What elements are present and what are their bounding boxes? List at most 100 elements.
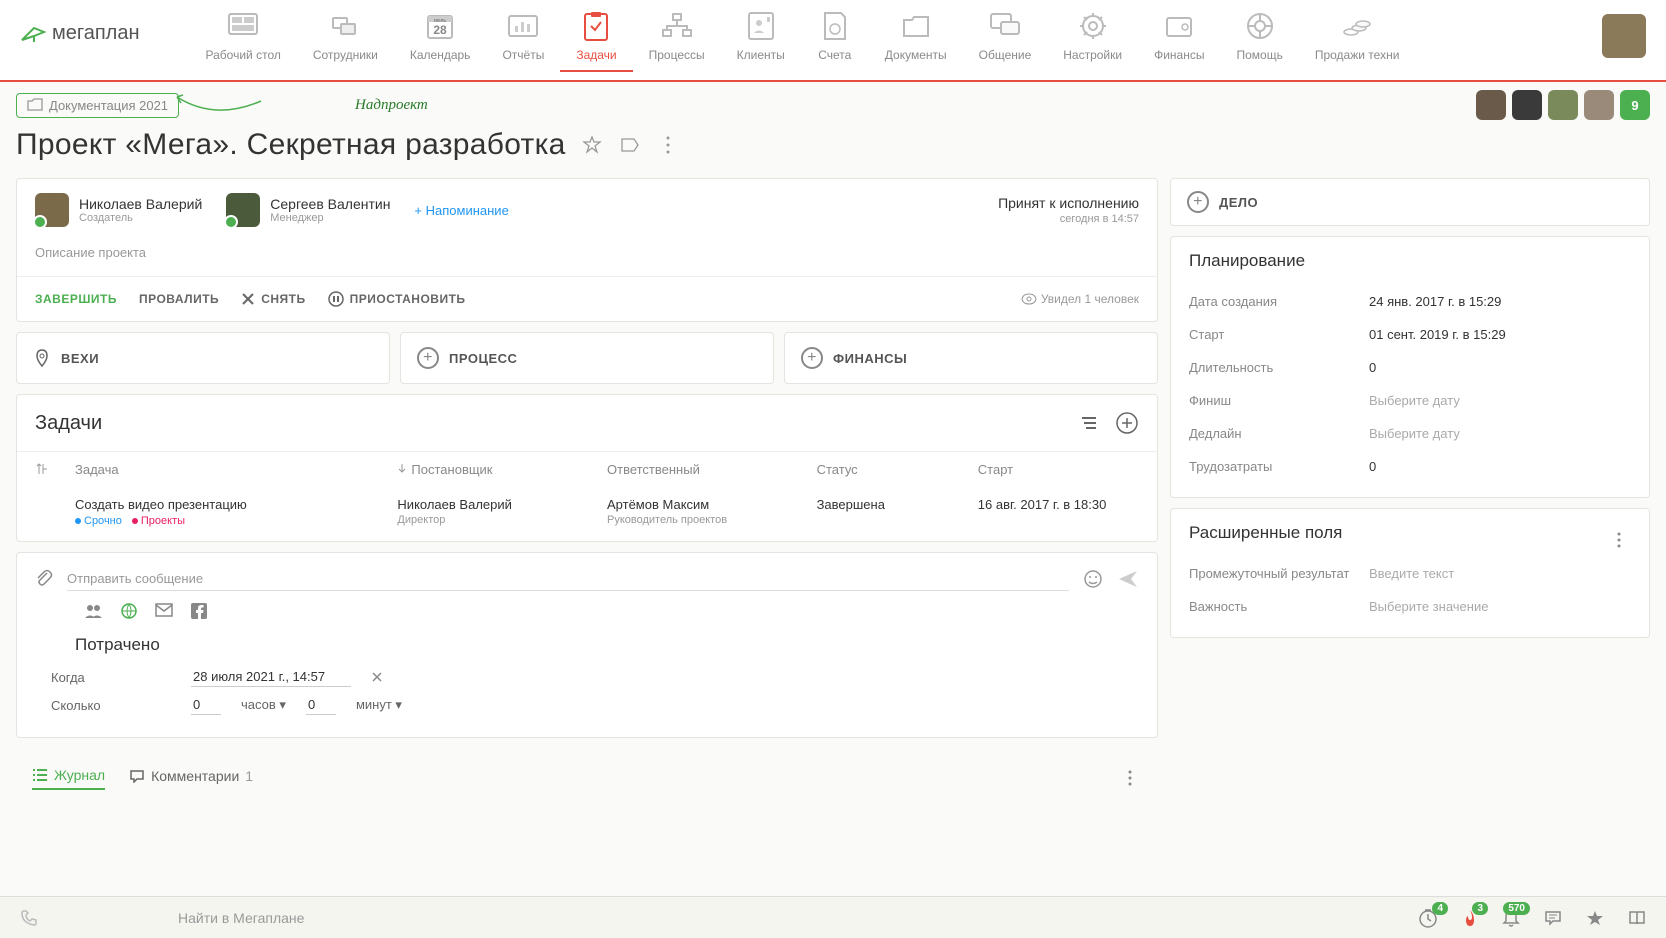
- participant-avatar[interactable]: [1548, 90, 1578, 120]
- comment-icon: [129, 769, 145, 783]
- col-status[interactable]: Статус: [817, 462, 978, 477]
- hours-input[interactable]: 0: [191, 695, 221, 715]
- participant-avatar[interactable]: [1476, 90, 1506, 120]
- more-icon[interactable]: [656, 133, 680, 157]
- task-title: Создать видео презентацию: [75, 497, 397, 512]
- timer-icon[interactable]: 4: [1418, 908, 1438, 928]
- creator[interactable]: Николаев ВалерийСоздатель: [35, 193, 202, 227]
- col-responsible[interactable]: Ответственный: [607, 462, 817, 477]
- remove-button[interactable]: СНЯТЬ: [241, 292, 305, 306]
- add-delo-button[interactable]: + ДЕЛО: [1170, 178, 1650, 226]
- participant-avatar[interactable]: [1584, 90, 1614, 120]
- nav-documents[interactable]: Документы: [869, 10, 963, 70]
- annotation-arrow: [175, 93, 265, 117]
- fire-icon[interactable]: 3: [1462, 908, 1478, 928]
- participants-count[interactable]: 9: [1620, 90, 1650, 120]
- main-nav: Рабочий стол Сотрудники июль28Календарь …: [190, 10, 1602, 70]
- bottom-tabs: Журнал Комментарии1: [16, 754, 1158, 802]
- nav-sales[interactable]: Продажи техни: [1299, 10, 1416, 70]
- book-icon[interactable]: [1628, 910, 1646, 926]
- logo[interactable]: мегаплан: [20, 10, 140, 45]
- seen-indicator[interactable]: Увидел 1 человек: [1021, 292, 1139, 306]
- col-start[interactable]: Старт: [978, 462, 1139, 477]
- participants: 9: [1476, 90, 1650, 120]
- finances-button[interactable]: +ФИНАНСЫ: [784, 332, 1158, 384]
- avatar: [35, 193, 69, 227]
- how-label: Сколько: [51, 698, 171, 713]
- globe-icon[interactable]: [121, 603, 137, 619]
- task-tag: Срочно: [75, 515, 122, 527]
- eye-icon: [1021, 293, 1037, 305]
- nav-settings[interactable]: Настройки: [1047, 10, 1138, 70]
- col-assigner[interactable]: Постановщик: [397, 462, 607, 477]
- pause-button[interactable]: ПРИОСТАНОВИТЬ: [328, 291, 466, 307]
- emoji-icon[interactable]: [1083, 569, 1103, 589]
- nav-reports[interactable]: Отчёты: [486, 10, 560, 70]
- tab-comments[interactable]: Комментарии1: [129, 766, 253, 790]
- topbar: мегаплан Рабочий стол Сотрудники июль28К…: [0, 0, 1666, 82]
- pin-icon: [33, 349, 51, 367]
- global-search[interactable]: Найти в Мегаплане: [178, 910, 304, 926]
- nav-calendar[interactable]: июль28Календарь: [394, 10, 487, 70]
- project-header-card: Николаев ВалерийСоздатель Сергеев Валент…: [16, 178, 1158, 322]
- nav-help[interactable]: Помощь: [1220, 10, 1298, 70]
- star-icon[interactable]: [580, 133, 604, 157]
- list-view-icon[interactable]: [1077, 411, 1101, 435]
- manager[interactable]: Сергеев ВалентинМенеджер: [226, 193, 390, 227]
- fail-button[interactable]: ПРОВАЛИТЬ: [139, 292, 219, 306]
- logo-text: мегаплан: [52, 22, 140, 45]
- plus-icon: +: [1187, 191, 1209, 213]
- min-unit[interactable]: минут ▾: [356, 697, 402, 713]
- tab-journal[interactable]: Журнал: [32, 766, 105, 790]
- nav-desktop[interactable]: Рабочий стол: [190, 10, 297, 70]
- subheader: Документация 2021 Надпроект 9: [0, 82, 1666, 124]
- more-icon[interactable]: [1118, 766, 1142, 790]
- add-task-button[interactable]: [1115, 411, 1139, 435]
- add-reminder-link[interactable]: + Напоминание: [414, 203, 508, 218]
- min-input[interactable]: 0: [306, 695, 336, 715]
- bell-icon[interactable]: 570: [1502, 908, 1520, 928]
- section-tabs: ВЕХИ +ПРОЦЕСС +ФИНАНСЫ: [16, 332, 1158, 384]
- nav-chat[interactable]: Общение: [963, 10, 1048, 70]
- milestones-button[interactable]: ВЕХИ: [16, 332, 390, 384]
- tasks-title: Задачи: [35, 412, 102, 435]
- expand-col-icon[interactable]: [35, 462, 75, 477]
- breadcrumb[interactable]: Документация 2021: [16, 93, 179, 118]
- message-card: Отправить сообщение Потрачено Когда 28 и…: [16, 552, 1158, 738]
- nav-tasks[interactable]: Задачи: [560, 10, 632, 72]
- more-icon[interactable]: [1607, 528, 1631, 552]
- user-avatar[interactable]: [1602, 14, 1646, 58]
- task-row[interactable]: Создать видео презентацию Срочно Проекты…: [17, 487, 1157, 541]
- sort-icon: [397, 462, 407, 474]
- tasks-card: Задачи Задача Постановщик Ответственный …: [16, 394, 1158, 542]
- planning-title: Планирование: [1189, 251, 1631, 271]
- col-task[interactable]: Задача: [75, 462, 397, 477]
- mail-icon[interactable]: [155, 603, 173, 617]
- clear-icon[interactable]: [371, 671, 383, 683]
- nav-finance[interactable]: Финансы: [1138, 10, 1220, 70]
- chat-icon[interactable]: [1544, 910, 1562, 926]
- nav-invoices[interactable]: Счета: [801, 10, 869, 70]
- description-placeholder[interactable]: Описание проекта: [35, 245, 1139, 260]
- attachment-icon[interactable]: [35, 569, 53, 589]
- tag-icon[interactable]: [618, 133, 642, 157]
- facebook-icon[interactable]: [191, 603, 207, 619]
- send-icon[interactable]: [1117, 569, 1139, 589]
- planning-panel: Планирование Дата создания24 янв. 2017 г…: [1170, 236, 1650, 498]
- folder-icon: [27, 98, 43, 112]
- people-icon[interactable]: [83, 603, 103, 619]
- message-input[interactable]: Отправить сообщение: [67, 567, 1069, 591]
- when-input[interactable]: 28 июля 2021 г., 14:57: [191, 667, 351, 687]
- favorite-icon[interactable]: [1586, 909, 1604, 927]
- phone-icon[interactable]: [20, 909, 38, 927]
- complete-button[interactable]: ЗАВЕРШИТЬ: [35, 292, 117, 306]
- process-button[interactable]: +ПРОЦЕСС: [400, 332, 774, 384]
- when-label: Когда: [51, 670, 171, 685]
- participant-avatar[interactable]: [1512, 90, 1542, 120]
- nav-processes[interactable]: Процессы: [633, 10, 721, 70]
- list-icon: [32, 768, 48, 782]
- nav-employees[interactable]: Сотрудники: [297, 10, 394, 70]
- hours-unit[interactable]: часов ▾: [241, 697, 286, 713]
- nav-clients[interactable]: Клиенты: [721, 10, 801, 70]
- spent-title: Потрачено: [75, 635, 1139, 655]
